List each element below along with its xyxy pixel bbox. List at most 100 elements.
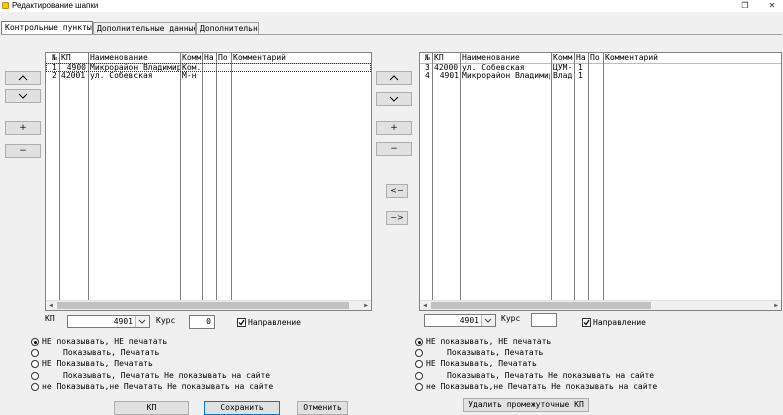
- tab-control-points[interactable]: Контрольные пункты: [1, 21, 93, 35]
- column-header-no[interactable]: №: [425, 53, 432, 62]
- scroll-left-icon[interactable]: ◀: [46, 301, 56, 310]
- row-name: ул. Собевская: [90, 71, 153, 80]
- chevron-down-icon: [484, 318, 492, 323]
- right-kp-dropdown[interactable]: [481, 315, 495, 326]
- right-points-grid[interactable]: № КП Наименование Комм На По Комментарий…: [419, 52, 782, 311]
- scroll-right-icon[interactable]: ▶: [361, 301, 371, 310]
- chevron-down-icon: [138, 319, 146, 324]
- left-kp-value: 4901: [113, 317, 133, 326]
- right-radio-label-2[interactable]: Показывать, Печатать: [426, 348, 543, 358]
- right-kp-value: 4901: [459, 316, 479, 325]
- left-direction-label: Направление: [248, 318, 301, 327]
- kp-label: КП: [45, 314, 55, 323]
- save-button[interactable]: Сохранить: [204, 401, 280, 415]
- column-header-comm[interactable]: Комм: [553, 53, 573, 62]
- right-radio-option-4[interactable]: [415, 372, 423, 380]
- right-move-down-button[interactable]: [376, 92, 412, 106]
- column-header-no[interactable]: №: [52, 53, 59, 62]
- column-header-po[interactable]: По: [218, 53, 230, 62]
- right-radio-option-5[interactable]: [415, 383, 423, 391]
- right-direction-label: Направление: [593, 318, 646, 327]
- left-grid-hscrollbar[interactable]: ◀ ▶: [46, 300, 371, 310]
- left-direction-checkbox[interactable]: [237, 318, 246, 327]
- left-radio-label-1[interactable]: НЕ показывать, НЕ печатать: [42, 337, 167, 347]
- column-header-na[interactable]: На: [204, 53, 214, 62]
- left-radio-option-3[interactable]: [31, 360, 39, 368]
- column-header-comment[interactable]: Комментарий: [233, 53, 333, 62]
- left-radio-label-2[interactable]: Показывать, Печатать: [42, 348, 159, 358]
- scroll-thumb[interactable]: [431, 302, 651, 309]
- column-header-kp[interactable]: КП: [61, 53, 86, 62]
- row-na: 1: [578, 71, 583, 80]
- left-move-down-button[interactable]: [5, 89, 41, 103]
- left-radio-option-2[interactable]: [31, 349, 39, 357]
- right-kurs-label: Курс: [501, 314, 521, 323]
- column-header-comm[interactable]: Комм: [182, 53, 202, 62]
- right-add-button[interactable]: +: [376, 121, 412, 135]
- row-no: 2: [52, 71, 57, 80]
- left-radio-option-1[interactable]: [31, 338, 39, 346]
- left-kp-dropdown[interactable]: [135, 316, 149, 327]
- column-divider: [59, 53, 60, 303]
- window-title: Редактирование шапки: [12, 1, 99, 10]
- column-divider: [231, 53, 232, 303]
- column-divider: [432, 53, 433, 303]
- right-radio-label-4[interactable]: Показывать, Печатать Не показывать на са…: [426, 371, 654, 381]
- right-kp-combobox[interactable]: 4901: [424, 314, 496, 327]
- left-radio-label-3[interactable]: НЕ Показывать, Печатать: [42, 359, 153, 369]
- cancel-button[interactable]: Отменить: [297, 401, 348, 415]
- move-right-button[interactable]: −>: [386, 211, 408, 225]
- left-radio-option-5[interactable]: [31, 383, 39, 391]
- right-remove-button[interactable]: −: [376, 142, 412, 156]
- scroll-left-icon[interactable]: ◀: [420, 301, 430, 310]
- right-kurs-input[interactable]: [531, 313, 557, 327]
- left-radio-option-4[interactable]: [31, 372, 39, 380]
- chevron-up-icon: [18, 75, 28, 81]
- row-comm: М-н: [182, 71, 197, 80]
- chevron-up-icon: [389, 75, 399, 81]
- right-radio-option-3[interactable]: [415, 360, 423, 368]
- row-kp: 42001: [61, 71, 86, 80]
- left-radio-label-5[interactable]: не Показывать,не Печатать Не показывать …: [42, 382, 273, 392]
- maximize-button[interactable]: ❐: [734, 0, 756, 12]
- delete-intermediate-points-button[interactable]: Удалить промежуточные КП: [463, 398, 589, 412]
- left-points-grid[interactable]: № КП Наименование Комм На По Комментарий…: [45, 52, 372, 311]
- scroll-thumb[interactable]: [57, 302, 349, 309]
- kp-button[interactable]: КП: [114, 401, 189, 415]
- column-header-na[interactable]: На: [576, 53, 586, 62]
- column-divider: [551, 53, 552, 303]
- app-icon: [2, 2, 9, 9]
- column-divider: [603, 53, 604, 303]
- left-radio-label-4[interactable]: Показывать, Печатать Не показывать на са…: [42, 371, 270, 381]
- right-direction-checkbox[interactable]: [582, 318, 591, 327]
- right-radio-label-3[interactable]: НЕ Показывать, Печатать: [426, 359, 537, 369]
- column-header-name[interactable]: Наименование: [90, 53, 180, 62]
- right-radio-option-2[interactable]: [415, 349, 423, 357]
- column-header-kp[interactable]: КП: [434, 53, 459, 62]
- column-divider: [460, 53, 461, 303]
- chevron-down-icon: [18, 93, 28, 99]
- left-kp-combobox[interactable]: 4901: [67, 315, 150, 328]
- kurs-label: Курс: [156, 316, 176, 325]
- right-grid-hscrollbar[interactable]: ◀ ▶: [420, 300, 781, 310]
- column-divider: [202, 53, 203, 303]
- column-divider: [216, 53, 217, 303]
- left-remove-button[interactable]: −: [5, 144, 41, 158]
- left-kurs-input[interactable]: 0: [189, 315, 215, 329]
- left-move-up-button[interactable]: [5, 71, 41, 85]
- close-button[interactable]: ✕: [761, 0, 783, 12]
- row-comm: Влад: [553, 71, 573, 80]
- column-header-po[interactable]: По: [590, 53, 602, 62]
- right-radio-label-1[interactable]: НЕ показывать, НЕ печатать: [426, 337, 551, 347]
- column-header-comment[interactable]: Комментарий: [605, 53, 715, 62]
- title-bar: Редактирование шапки ❐ ✕: [0, 0, 783, 12]
- right-radio-label-5[interactable]: не Показывать,не Печатать Не показывать …: [426, 382, 657, 392]
- right-radio-option-1[interactable]: [415, 338, 423, 346]
- right-move-up-button[interactable]: [376, 71, 412, 85]
- row-kp: 4901: [439, 71, 459, 80]
- scroll-right-icon[interactable]: ▶: [771, 301, 781, 310]
- column-header-name[interactable]: Наименование: [462, 53, 550, 62]
- move-left-button[interactable]: <−: [386, 184, 408, 198]
- left-add-button[interactable]: +: [5, 121, 41, 135]
- checkmark-icon: [238, 319, 245, 326]
